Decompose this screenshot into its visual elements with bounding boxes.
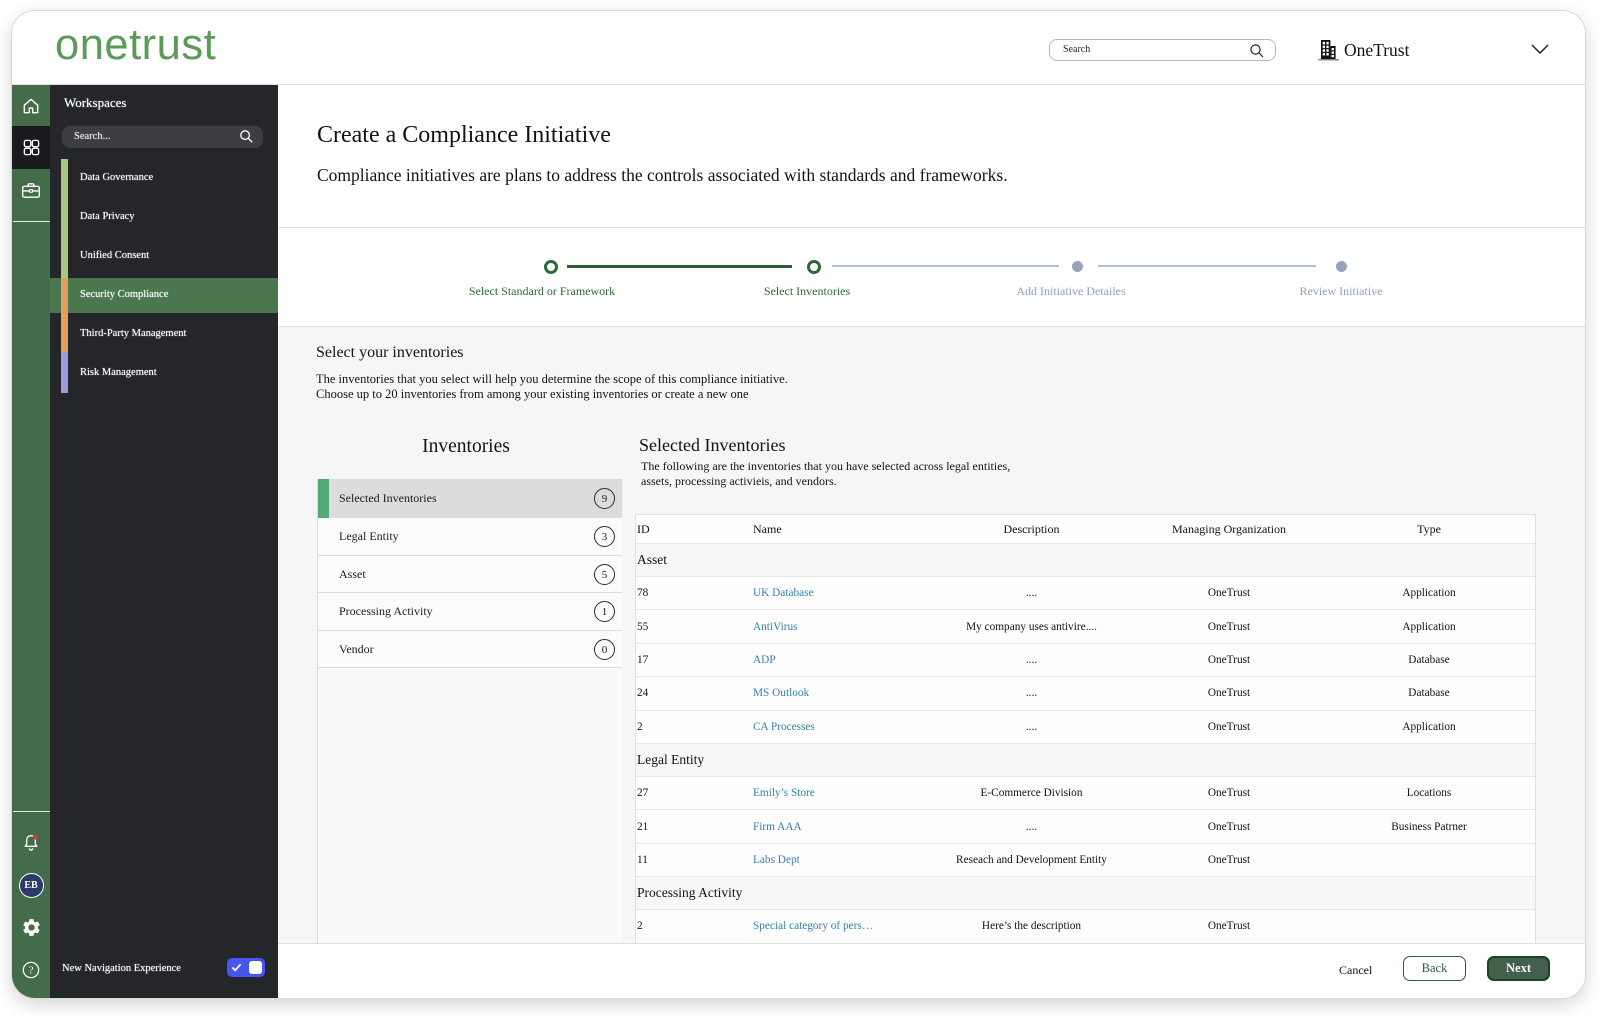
svg-text:?: ? xyxy=(29,964,34,976)
